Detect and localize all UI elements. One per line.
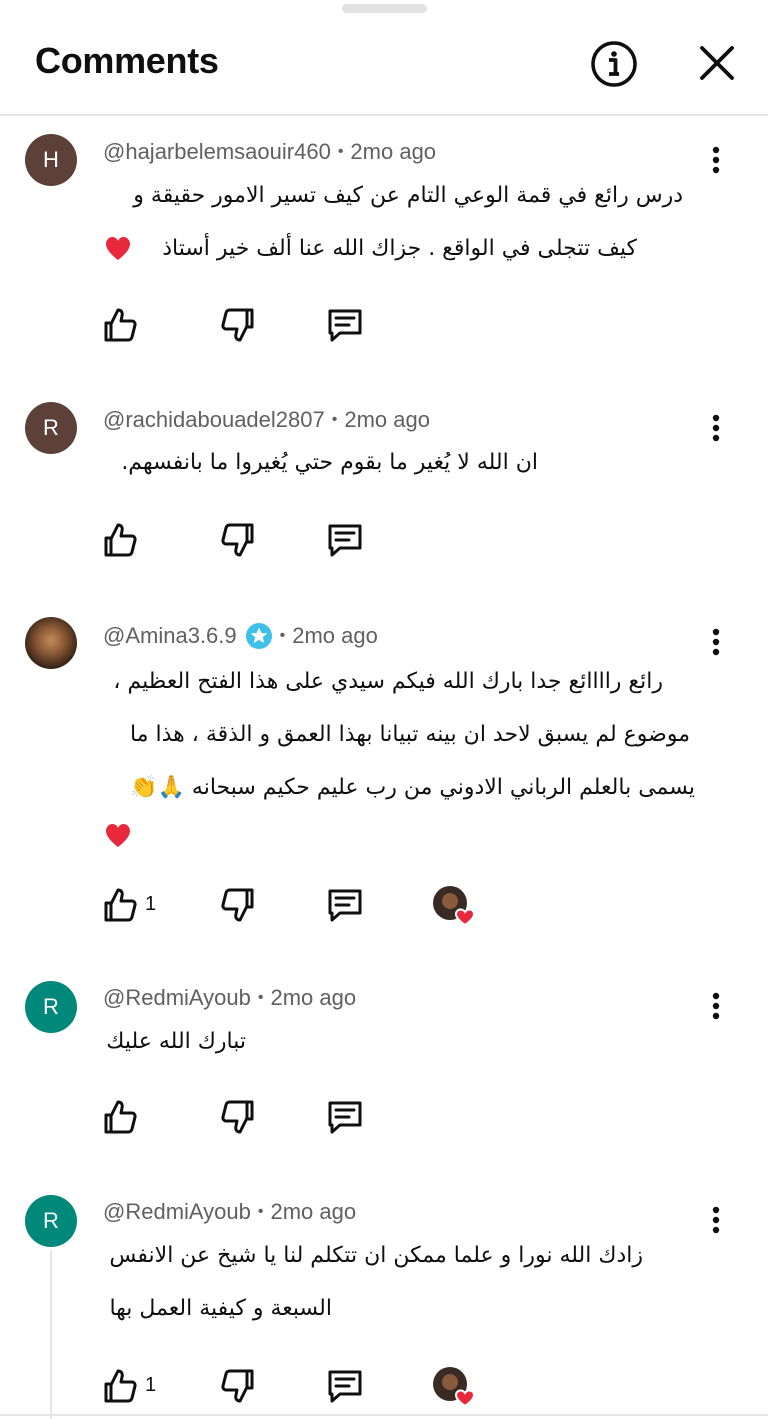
comment-text-line: السبعة و كيفية العمل بها	[109, 1296, 332, 1321]
like-button[interactable]	[100, 885, 140, 925]
avatar-letter: R	[43, 994, 59, 1019]
comment-actions	[0, 1097, 768, 1145]
more-options-button[interactable]	[702, 986, 730, 1026]
comment-text-line: يسمى بالعلم الرباني الادوني من رب عليم ح…	[130, 775, 695, 800]
more-options-button[interactable]	[702, 1200, 730, 1240]
more-vert-icon	[712, 628, 720, 656]
comment-meta: @RedmiAyoub • 2mo ago	[103, 1199, 356, 1225]
info-circle-icon	[591, 41, 637, 87]
like-button[interactable]	[100, 1366, 140, 1406]
reply-button[interactable]	[325, 885, 365, 925]
like-count: 1	[145, 1374, 157, 1396]
separator-dot: •	[337, 143, 344, 160]
comment-time[interactable]: 2mo ago	[292, 623, 378, 649]
comment-time[interactable]: 2mo ago	[344, 407, 430, 433]
comment-author[interactable]: @RedmiAyoub	[103, 985, 251, 1011]
reply-button[interactable]	[325, 520, 365, 560]
more-vert-icon	[712, 1206, 720, 1234]
avatar-letter: R	[43, 415, 59, 440]
more-vert-icon	[712, 414, 720, 442]
dislike-button[interactable]	[218, 1366, 258, 1406]
comment-author[interactable]: @rachidabouadel2807	[103, 407, 325, 433]
reply-button[interactable]	[325, 1097, 365, 1137]
like-button[interactable]	[100, 305, 140, 345]
red-heart-emoji-icon	[106, 237, 130, 260]
more-options-button[interactable]	[702, 140, 730, 180]
comment-meta: @RedmiAyoub • 2mo ago	[103, 985, 356, 1011]
creator-heart-icon	[433, 1367, 476, 1408]
more-options-button[interactable]	[702, 408, 730, 448]
comment-actions	[0, 520, 768, 568]
reply-button[interactable]	[325, 305, 365, 345]
dislike-button[interactable]	[218, 885, 258, 925]
avatar[interactable]: R	[25, 402, 77, 454]
avatar[interactable]	[25, 617, 77, 669]
comment-author[interactable]: @hajarbelemsaouir460	[103, 139, 331, 165]
reply-button[interactable]	[325, 1366, 365, 1406]
avatar[interactable]: R	[25, 1195, 77, 1247]
comment-actions: 1	[0, 885, 768, 933]
comment-text-line: درس رائع في قمة الوعي التام عن كيف تسير …	[133, 183, 683, 208]
comment-text-line: ان الله لا يُغير ما بقوم حتي يُغيروا ما …	[121, 450, 538, 475]
avatar-letter: R	[43, 1208, 59, 1233]
more-vert-icon	[712, 146, 720, 174]
comment-time[interactable]: 2mo ago	[350, 139, 436, 165]
comment-actions	[0, 305, 768, 353]
comment-text-line: رائع راااائع جدا بارك الله فيكم سيدي على…	[113, 669, 663, 694]
separator-dot: •	[279, 627, 286, 644]
comment-author[interactable]: @RedmiAyoub	[103, 1199, 251, 1225]
comment-text-line: تبارك الله عليك	[106, 1029, 246, 1054]
comment-time[interactable]: 2mo ago	[271, 985, 357, 1011]
like-button[interactable]	[100, 1097, 140, 1137]
close-button[interactable]	[692, 38, 742, 88]
avatar[interactable]: H	[25, 134, 77, 186]
comment-text-line-with-emoji: كيف تتجلى في الواقع . جزاك الله عنا ألف …	[162, 236, 637, 261]
comment-text-line: موضوع لم يسبق لاحد ان بينه تبيانا بهذا ا…	[130, 722, 690, 747]
avatar[interactable]: R	[25, 981, 77, 1033]
more-vert-icon	[712, 992, 720, 1020]
avatar-letter: H	[43, 147, 59, 172]
comment-actions: 1	[0, 1366, 768, 1414]
bottom-divider	[0, 1414, 768, 1416]
comments-header: Comments	[0, 0, 768, 116]
dislike-button[interactable]	[218, 305, 258, 345]
separator-dot: •	[331, 411, 338, 428]
creator-heart-icon	[433, 886, 476, 927]
comment-text-line: زادك الله نورا و علما ممكن ان تتكلم لنا …	[109, 1243, 643, 1268]
page-title: Comments	[35, 40, 219, 81]
comment-time[interactable]: 2mo ago	[271, 1199, 357, 1225]
dislike-button[interactable]	[218, 520, 258, 560]
separator-dot: •	[257, 989, 264, 1006]
comment-meta: @rachidabouadel2807 • 2mo ago	[103, 407, 430, 433]
dislike-button[interactable]	[218, 1097, 258, 1137]
comment-meta: @hajarbelemsaouir460 • 2mo ago	[103, 139, 436, 165]
info-button[interactable]	[588, 38, 640, 90]
comment-author[interactable]: @Amina3.6.9	[103, 623, 237, 649]
like-button[interactable]	[100, 520, 140, 560]
red-heart-emoji-icon	[106, 824, 130, 847]
like-count: 1	[145, 893, 157, 915]
comment-meta: @Amina3.6.9 • 2mo ago	[103, 622, 378, 650]
close-icon	[700, 46, 734, 80]
more-options-button[interactable]	[702, 622, 730, 662]
separator-dot: •	[257, 1203, 264, 1220]
verified-badge-icon	[245, 623, 272, 649]
